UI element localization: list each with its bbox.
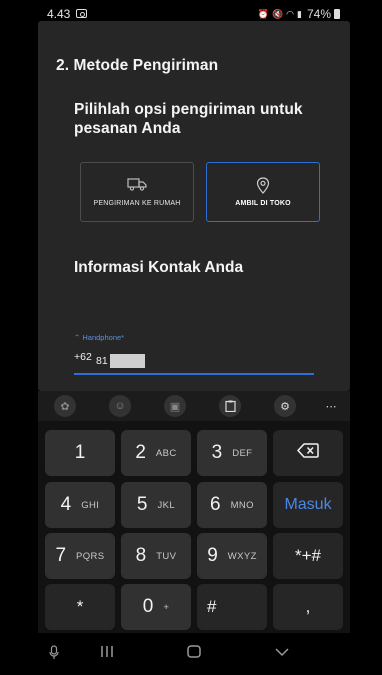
contact-section-title: Informasi Kontak Anda	[74, 259, 244, 276]
phone-label-text: Handphone*	[82, 333, 125, 342]
backspace-key[interactable]	[273, 430, 343, 476]
wifi-icon: ◠	[286, 8, 295, 19]
navigation-bar	[0, 633, 382, 675]
symbols-label: *+#	[295, 546, 321, 565]
star-key[interactable]: *	[45, 584, 115, 630]
key-letters: TUV	[156, 550, 177, 562]
key-number: 3	[211, 442, 223, 463]
location-pin-icon	[256, 177, 270, 199]
key-1[interactable]: 1	[45, 430, 115, 476]
signal-icon: ▮	[297, 8, 302, 19]
key-letters: DEF	[232, 447, 253, 459]
battery-icon	[334, 9, 340, 19]
key-number: 1	[74, 442, 86, 463]
hash-label: #	[207, 597, 217, 616]
battery-percent: 74%	[306, 7, 331, 21]
key-number: 2	[135, 442, 146, 463]
chevron-down-icon[interactable]	[274, 645, 290, 661]
hash-key[interactable]: #	[197, 584, 267, 630]
section-title: 2. Metode Pengiriman	[56, 57, 219, 74]
key-letters: ABC	[155, 447, 177, 459]
microphone-icon[interactable]	[49, 645, 59, 663]
symbols-key[interactable]: *+#	[273, 533, 343, 579]
key-letters: GHI	[81, 499, 100, 511]
phone-field-label: ⌃ Handphone*	[74, 333, 125, 342]
key-7[interactable]: 7 PQRS	[45, 533, 115, 579]
truck-icon	[127, 177, 147, 196]
key-number: 6	[210, 494, 221, 515]
option-home-delivery[interactable]: PENGIRIMAN KE RUMAH	[80, 162, 194, 222]
key-0[interactable]: 0 +	[121, 584, 191, 630]
phone-input-underline	[74, 373, 314, 375]
option-label: AMBIL DI TOKO	[235, 200, 291, 207]
star-label: *	[76, 597, 84, 616]
numeric-keyboard: 1 2 ABC 3 DEF 4 GHI 5 JKL 6 MNO Masuk 7 …	[38, 421, 350, 633]
status-icons: ⏰ 🔇 ◠ ▮ 74%	[258, 7, 340, 21]
option-store-pickup[interactable]: AMBIL DI TOKO	[206, 162, 320, 222]
phone-input[interactable]: 81	[96, 355, 108, 367]
gif-icon[interactable]: ▣	[164, 395, 186, 417]
key-letters: WXYZ	[227, 550, 257, 562]
key-number: 4	[60, 494, 72, 515]
option-label: PENGIRIMAN KE RUMAH	[93, 200, 181, 207]
enter-key[interactable]: Masuk	[273, 482, 343, 528]
key-letters: +	[163, 601, 170, 613]
status-time: 4.43	[47, 7, 71, 21]
clipboard-icon[interactable]	[219, 395, 241, 417]
redacted-phone-number	[110, 354, 145, 368]
key-9[interactable]: 9 WXYZ	[197, 533, 267, 579]
backspace-icon	[297, 443, 319, 463]
key-6[interactable]: 6 MNO	[197, 482, 267, 528]
alarm-icon: ⏰	[257, 8, 269, 19]
key-2[interactable]: 2 ABC	[121, 430, 191, 476]
delivery-question: Pilihlah opsi pengiriman untuk pesanan A…	[74, 101, 303, 137]
mute-icon: 🔇	[271, 8, 284, 19]
key-number: 5	[136, 494, 148, 515]
comma-key[interactable]: ,	[273, 584, 343, 630]
key-3[interactable]: 3 DEF	[197, 430, 267, 476]
settings-icon[interactable]: ⚙	[274, 395, 296, 417]
enter-label: Masuk	[284, 496, 332, 513]
key-letters: PQRS	[76, 550, 105, 562]
emoji-icon[interactable]: ✿	[54, 395, 76, 417]
key-number: 7	[55, 545, 67, 566]
phone-prefix: +62	[74, 351, 92, 363]
keyboard-toolbar: ✿ ☺ ▣ ⚙ ⋯	[38, 391, 350, 421]
recents-icon[interactable]	[100, 645, 114, 661]
key-4[interactable]: 4 GHI	[45, 482, 115, 528]
key-number: 0	[142, 596, 154, 617]
screenshot-icon	[76, 9, 87, 18]
home-icon[interactable]	[187, 645, 201, 661]
key-number: 9	[207, 545, 218, 566]
key-number: 8	[135, 545, 147, 566]
key-5[interactable]: 5 JKL	[121, 482, 191, 528]
sticker-icon[interactable]: ☺	[109, 395, 131, 417]
comma-label: ,	[305, 597, 311, 616]
more-icon[interactable]: ⋯	[320, 395, 342, 417]
key-letters: JKL	[157, 499, 176, 511]
key-letters: MNO	[230, 499, 254, 511]
key-8[interactable]: 8 TUV	[121, 533, 191, 579]
checkout-page: 2. Metode Pengiriman Pilihlah opsi pengi…	[38, 21, 350, 391]
